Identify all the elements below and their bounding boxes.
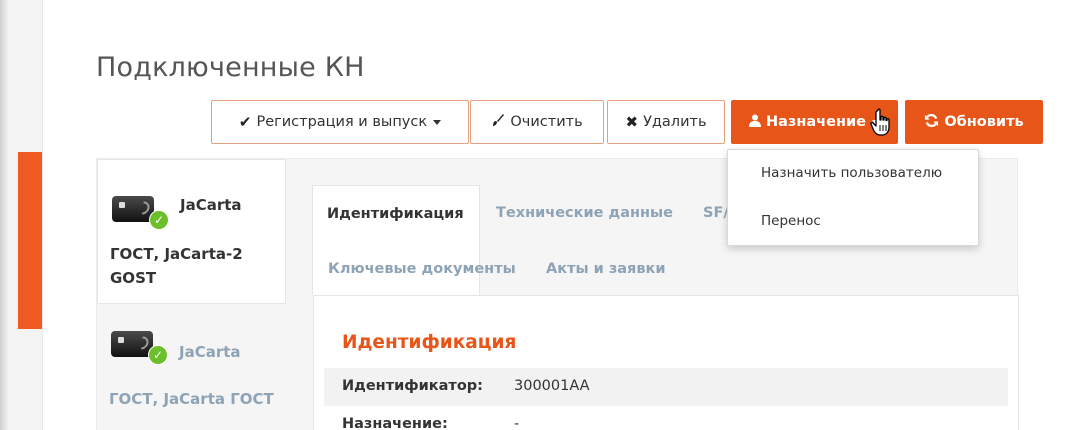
register-button-label: Регистрация и выпуск xyxy=(256,114,428,130)
menu-item-assign-to-user[interactable]: Назначить пользователю xyxy=(761,165,942,181)
smart-card-icon: ✓ xyxy=(111,329,168,365)
card-title: JaCarta xyxy=(180,196,242,214)
row-value: 300001AA xyxy=(514,378,590,394)
x-icon: ✖ xyxy=(625,113,639,131)
card-list: ✓ JaCarta ГОСТ, JaCarta-2 GOST ✓ JaCarta… xyxy=(97,159,287,430)
app-frame: Подключенные КН ✔ Регистрация и выпуск О… xyxy=(0,0,1081,430)
card-subtitle: ГОСТ, JaCarta-2 GOST xyxy=(110,245,243,287)
table-row: Идентификатор: 300001AA xyxy=(324,368,1008,406)
window-edge xyxy=(0,0,8,430)
card-item[interactable]: ✓ JaCarta ГОСТ, JaCarta-2 GOST xyxy=(97,159,286,304)
row-label: Идентификатор: xyxy=(342,378,483,394)
card-title: JaCarta xyxy=(179,343,241,361)
register-button[interactable]: ✔ Регистрация и выпуск xyxy=(211,100,469,144)
tab-acts-requests[interactable]: Акты и заявки xyxy=(546,261,666,277)
tab-sf[interactable]: SF/ xyxy=(703,205,729,221)
row-value: - xyxy=(514,416,520,430)
page-title: Подключенные КН xyxy=(96,52,365,83)
section-title: Идентификация xyxy=(342,332,517,353)
smart-card-icon: ✓ xyxy=(112,194,169,230)
brush-icon xyxy=(491,113,505,131)
card-item[interactable]: ✓ JaCarta ГОСТ, JaCarta ГОСТ xyxy=(97,309,286,430)
refresh-button-label: Обновить xyxy=(944,114,1024,130)
user-icon xyxy=(749,113,762,131)
refresh-icon xyxy=(924,113,939,132)
tab-technical-data[interactable]: Технические данные xyxy=(496,205,673,221)
hand-cursor-icon xyxy=(869,108,897,138)
table-row: Назначение: - xyxy=(324,406,1008,430)
clear-button-label: Очистить xyxy=(510,114,583,130)
menu-item-transfer[interactable]: Перенос xyxy=(761,213,821,229)
assign-button-label: Назначение xyxy=(766,114,866,130)
tab-key-documents[interactable]: Ключевые документы xyxy=(328,261,516,277)
refresh-button[interactable]: Обновить xyxy=(905,100,1043,144)
clear-button[interactable]: Очистить xyxy=(470,100,604,144)
tab-label: Идентификация xyxy=(327,206,464,222)
card-subtitle: ГОСТ, JaCarta ГОСТ xyxy=(109,390,274,408)
row-label: Назначение: xyxy=(342,416,448,430)
delete-button-label: Удалить xyxy=(643,114,707,130)
chevron-down-icon xyxy=(433,119,442,125)
accent-strip xyxy=(18,152,42,329)
tab-content: Идентификация Идентификатор: 300001AA На… xyxy=(313,295,1019,430)
assign-dropdown-menu: Назначить пользователю Перенос xyxy=(727,149,979,246)
check-icon: ✔ xyxy=(238,113,252,131)
check-circle-icon: ✓ xyxy=(148,345,168,365)
check-circle-icon: ✓ xyxy=(149,210,169,230)
tab-identification[interactable]: Идентификация xyxy=(312,185,480,295)
delete-button[interactable]: ✖ Удалить xyxy=(607,100,725,144)
